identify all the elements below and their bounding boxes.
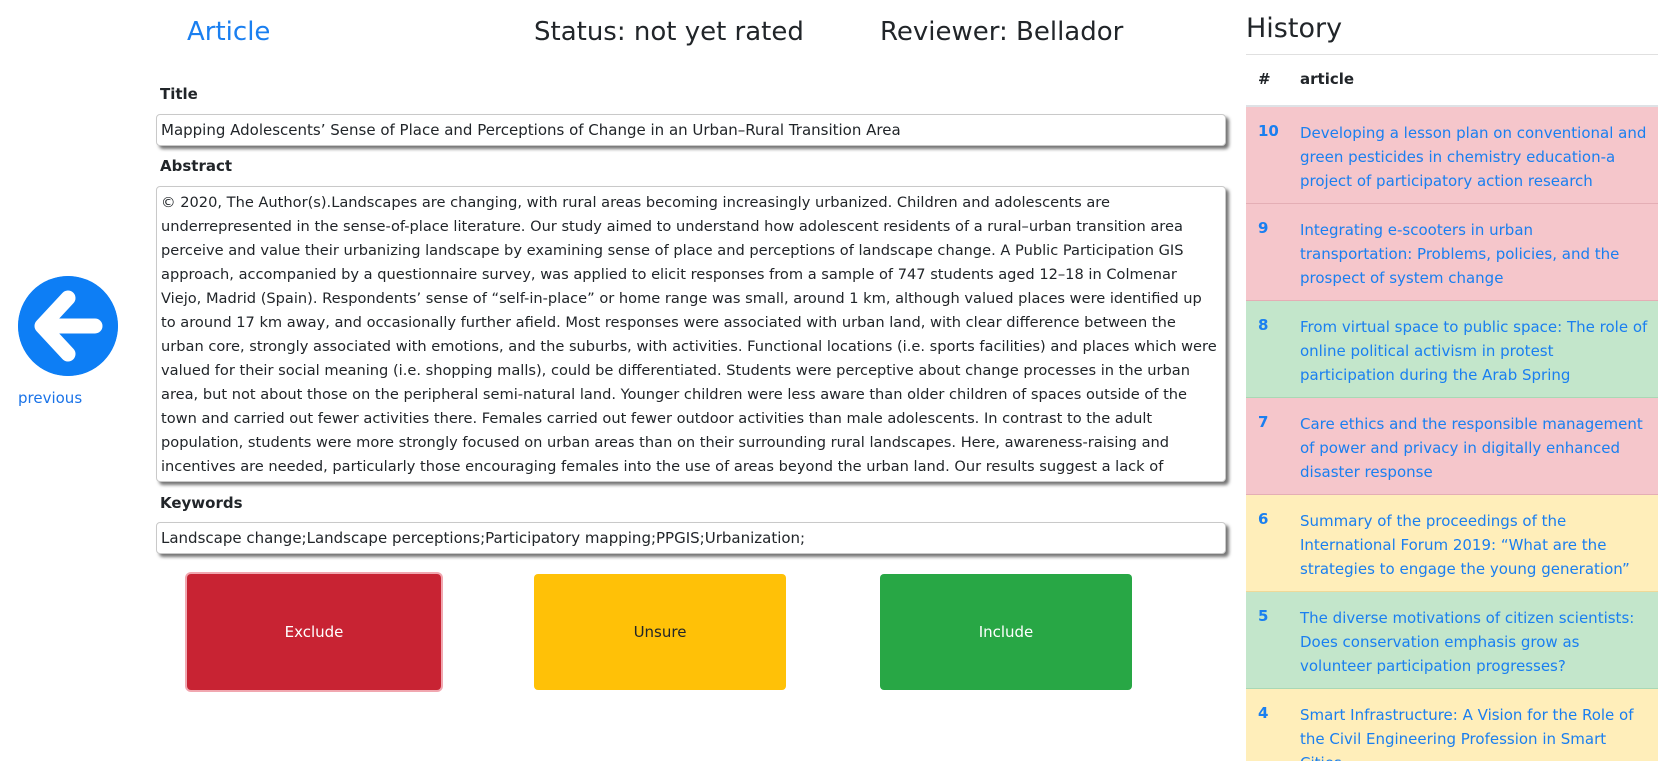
history-row-link[interactable]: Smart Infrastructure: A Vision for the R… [1300, 703, 1650, 761]
article-link[interactable]: Article [187, 17, 270, 47]
abstract-field: © 2020, The Author(s).Landscapes are cha… [156, 186, 1226, 482]
history-row: 6 Summary of the proceedings of the Inte… [1246, 495, 1658, 592]
title-label: Title [160, 85, 198, 103]
history-row-link[interactable]: From virtual space to public space: The … [1300, 315, 1650, 387]
history-row-num: 10 [1258, 122, 1279, 140]
history-row-num: 7 [1258, 413, 1269, 431]
previous-button[interactable] [18, 276, 118, 376]
history-table: # article 10 Developing a lesson plan on… [1246, 54, 1658, 761]
history-row-link[interactable]: Care ethics and the responsible manageme… [1300, 412, 1650, 484]
history-header-row: # article [1246, 55, 1658, 107]
history-row-num: 6 [1258, 510, 1269, 528]
history-row: 8 From virtual space to public space: Th… [1246, 301, 1658, 398]
arrow-left-icon[interactable] [18, 276, 118, 376]
history-row-link[interactable]: Summary of the proceedings of the Intern… [1300, 509, 1650, 581]
status-text: Status: not yet rated [534, 17, 804, 47]
history-row-num: 9 [1258, 219, 1269, 237]
unsure-button[interactable]: Unsure [534, 574, 786, 690]
history-row-num: 4 [1258, 704, 1269, 722]
history-row: 4 Smart Infrastructure: A Vision for the… [1246, 689, 1658, 761]
exclude-button[interactable]: Exclude [187, 574, 441, 690]
include-button[interactable]: Include [880, 574, 1132, 690]
history-title: History [1246, 13, 1343, 44]
history-row-num: 8 [1258, 316, 1269, 334]
history-row: 9 Integrating e-scooters in urban transp… [1246, 204, 1658, 301]
keywords-field: Landscape change;Landscape perceptions;P… [156, 522, 1226, 554]
history-row: 5 The diverse motivations of citizen sci… [1246, 592, 1658, 689]
history-row-link[interactable]: The diverse motivations of citizen scien… [1300, 606, 1650, 678]
keywords-label: Keywords [160, 494, 243, 512]
abstract-label: Abstract [160, 157, 233, 175]
reviewer-text: Reviewer: Bellador [880, 17, 1124, 47]
history-col-article: article [1300, 70, 1355, 88]
history-row-link[interactable]: Integrating e-scooters in urban transpor… [1300, 218, 1650, 290]
history-row-link[interactable]: Developing a lesson plan on conventional… [1300, 121, 1650, 193]
history-row: 7 Care ethics and the responsible manage… [1246, 398, 1658, 495]
history-row: 10 Developing a lesson plan on conventio… [1246, 107, 1658, 204]
history-col-num: # [1258, 70, 1271, 88]
history-row-num: 5 [1258, 607, 1269, 625]
previous-link[interactable]: previous [18, 389, 82, 407]
title-field: Mapping Adolescents’ Sense of Place and … [156, 114, 1226, 146]
